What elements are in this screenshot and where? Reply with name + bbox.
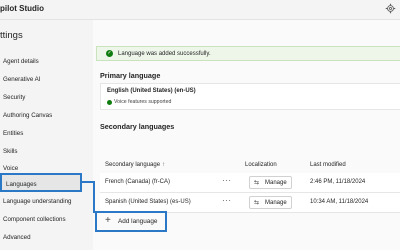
row-language: Spanish (United States) (es-US) — [105, 199, 191, 205]
checkmark-circle-icon: ✓ — [106, 50, 113, 57]
sidebar-item-authoring-canvas[interactable]: Authoring Canvas — [3, 110, 83, 122]
table-row: Spanish (United States) (es-US) ··· ⇆ Ma… — [100, 193, 400, 213]
manage-label: Manage — [265, 199, 287, 206]
column-header-label: Secondary language — [105, 162, 161, 168]
gear-icon[interactable] — [385, 3, 396, 14]
highlight-connector — [93, 181, 95, 213]
top-bar: pilot Studio — [0, 0, 400, 20]
manage-label: Manage — [265, 179, 287, 186]
sidebar-item-generative-ai[interactable]: Generative AI — [3, 74, 83, 86]
more-options-icon[interactable]: ··· — [222, 176, 232, 185]
column-header-secondary-language[interactable]: Secondary language ↑ — [105, 162, 165, 168]
translate-icon: ⇆ — [254, 180, 260, 186]
voice-features-note: Voice features supported — [114, 99, 172, 105]
sidebar-item-languages[interactable]: Languages — [0, 173, 82, 192]
sort-ascending-icon: ↑ — [162, 162, 166, 168]
sidebar-item-component-collections[interactable]: Component collections — [3, 214, 83, 226]
row-last-modified: 10:34 AM, 11/18/2024 — [310, 199, 369, 205]
translate-icon: ⇆ — [254, 200, 260, 206]
more-options-icon[interactable]: ··· — [222, 196, 232, 205]
app-title: pilot Studio — [0, 4, 44, 13]
sidebar-item-agent-details[interactable]: Agent details — [3, 56, 83, 68]
add-language-button[interactable]: + Add language — [95, 211, 167, 232]
plus-icon: + — [105, 215, 111, 226]
primary-language-heading: Primary language — [100, 71, 161, 80]
manage-button[interactable]: ⇆ Manage — [249, 196, 292, 209]
voice-supported-icon — [107, 100, 112, 105]
toast-message: Language was added successfully. — [118, 50, 211, 57]
manage-button[interactable]: ⇆ Manage — [249, 176, 292, 189]
primary-language-card: English (United States) (en-US) Voice fe… — [100, 83, 400, 110]
success-toast: ✓ Language was added successfully. — [96, 46, 400, 61]
row-language: French (Canada) (fr-CA) — [105, 179, 171, 185]
column-header-localization: Localization — [245, 162, 277, 168]
sidebar-item-entities[interactable]: Entities — [3, 128, 83, 140]
page-title: ttings — [0, 30, 23, 41]
column-header-last-modified: Last modified — [310, 162, 346, 168]
add-language-label: Add language — [118, 217, 158, 225]
sidebar-item-security[interactable]: Security — [3, 92, 83, 104]
table-row: French (Canada) (fr-CA) ··· ⇆ Manage 2:4… — [100, 173, 400, 193]
sidebar-item-language-understanding[interactable]: Language understanding — [3, 196, 83, 208]
sidebar-item-skills[interactable]: Skills — [3, 146, 83, 158]
sidebar-item-advanced[interactable]: Advanced — [3, 232, 83, 244]
secondary-languages-heading: Secondary languages — [100, 122, 175, 131]
row-last-modified: 2:46 PM, 11/18/2024 — [310, 179, 366, 185]
primary-language-name: English (United States) (en-US) — [107, 88, 196, 94]
